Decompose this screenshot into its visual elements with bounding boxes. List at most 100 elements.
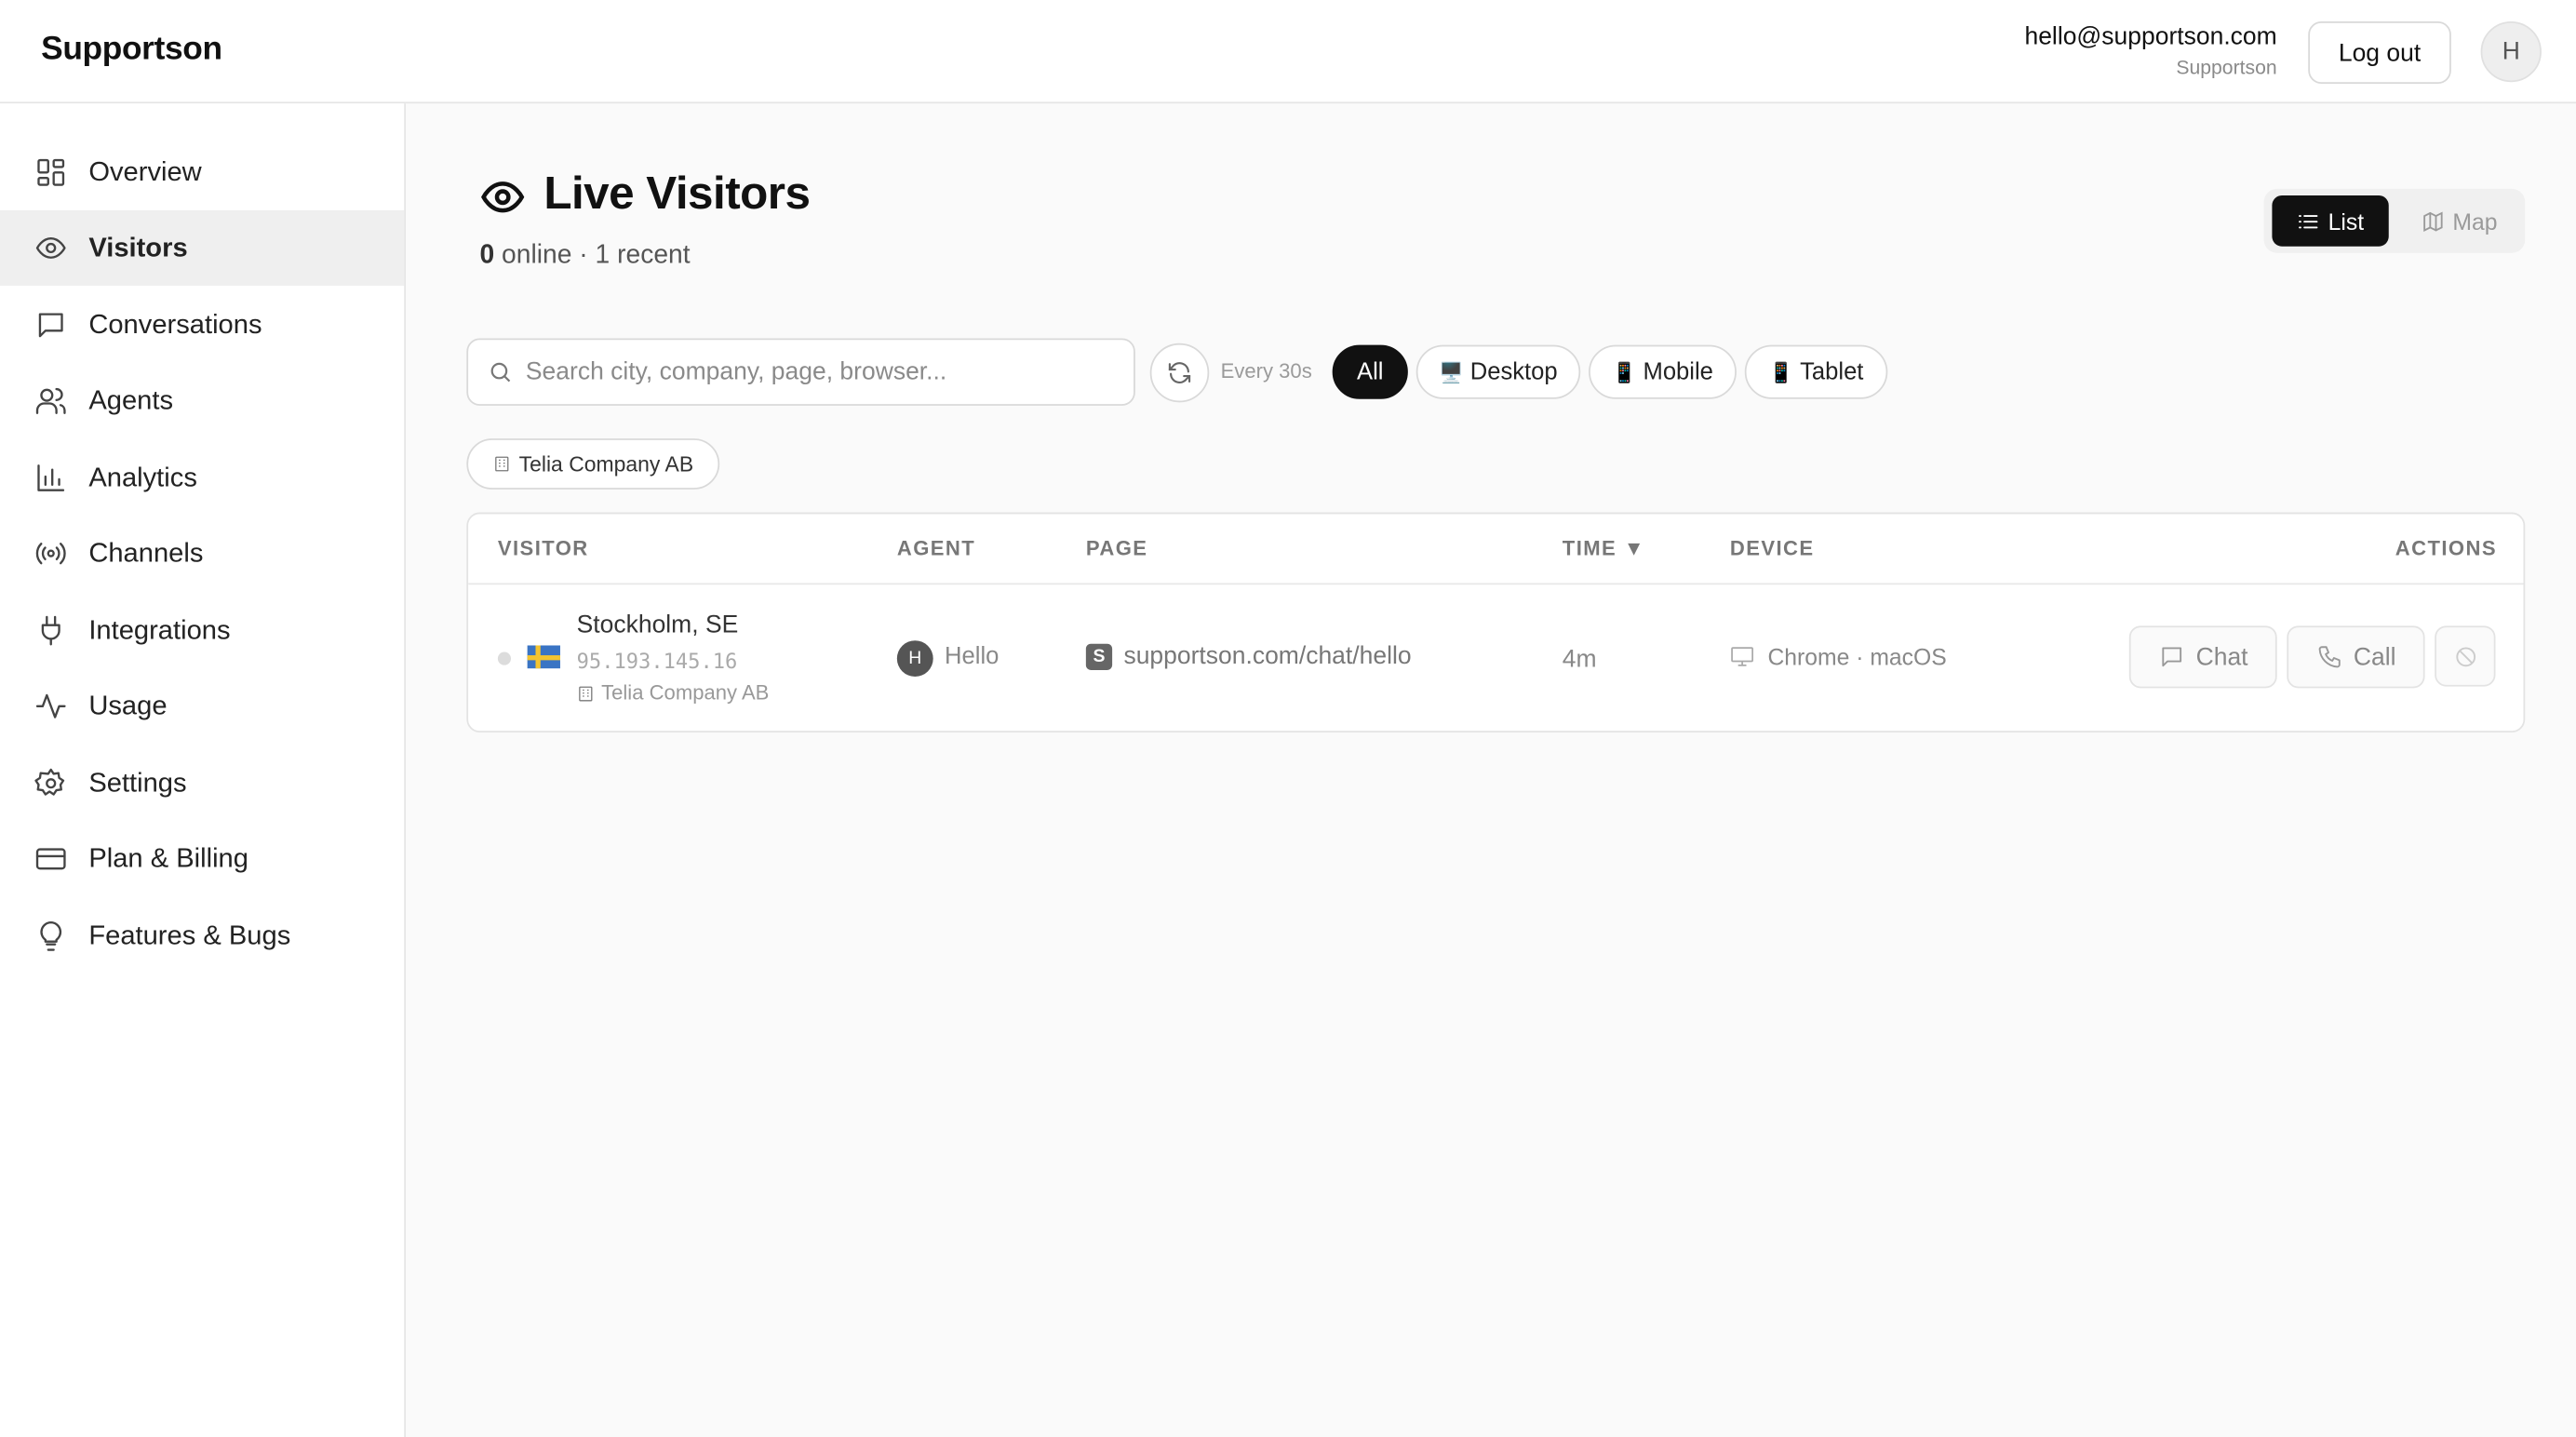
list-icon xyxy=(2299,214,2318,228)
sidebar-item-agents[interactable]: Agents xyxy=(0,363,404,438)
sidebar-item-label: Settings xyxy=(88,767,187,798)
visitor-company-name: Telia Company AB xyxy=(601,681,770,705)
column-agent[interactable]: AGENT xyxy=(897,537,975,560)
eye-icon xyxy=(33,231,67,265)
column-visitor[interactable]: VISITOR xyxy=(498,537,589,560)
sidebar-item-label: Agents xyxy=(88,384,174,415)
sidebar-item-usage[interactable]: Usage xyxy=(0,668,404,744)
sweden-flag-icon xyxy=(527,645,560,669)
filter-desktop[interactable]: 🖥️ Desktop xyxy=(1415,344,1581,399)
visit-time: 4m xyxy=(1562,645,1597,674)
company-filter-chip[interactable]: Telia Company AB xyxy=(466,438,720,490)
sidebar-item-label: Visitors xyxy=(88,232,188,262)
account-org: Supportson xyxy=(2176,55,2277,79)
refresh-button[interactable] xyxy=(1149,342,1210,403)
credit-card-icon xyxy=(33,841,67,876)
page-url[interactable]: supportson.com/chat/hello xyxy=(1123,642,1411,670)
building-icon xyxy=(579,685,593,701)
chat-bubble-icon xyxy=(33,308,67,342)
chat-button-label: Chat xyxy=(2195,642,2248,671)
map-view-button[interactable]: Map xyxy=(2408,195,2510,247)
page-title: Live Visitors xyxy=(543,167,811,219)
column-device[interactable]: DEVICE xyxy=(1730,537,1815,560)
sidebar-item-label: Integrations xyxy=(88,614,231,645)
visitor-count-summary: 0 online · 1 recent xyxy=(479,241,690,271)
monitor-icon xyxy=(1730,644,1754,677)
search-input[interactable] xyxy=(525,357,1118,386)
view-toggle: List Map xyxy=(2263,188,2526,253)
column-page[interactable]: PAGE xyxy=(1086,537,1148,560)
block-visitor-button[interactable] xyxy=(2435,625,2496,687)
block-icon xyxy=(2455,646,2475,666)
sidebar-item-plan-billing[interactable]: Plan & Billing xyxy=(0,821,404,896)
plug-icon xyxy=(33,613,67,648)
tablet-icon: 📱 xyxy=(1768,360,1794,384)
list-view-button[interactable]: List xyxy=(2272,195,2389,247)
sidebar-item-label: Overview xyxy=(88,156,202,187)
chat-button[interactable]: Chat xyxy=(2128,625,2277,689)
visitors-table: VISITOR AGENT PAGE TIME ▼ DEVICE ACTIONS… xyxy=(466,512,2526,733)
sidebar-item-settings[interactable]: Settings xyxy=(0,745,404,821)
online-status-dot xyxy=(497,651,512,665)
chat-bubble-icon xyxy=(2161,647,2181,667)
filter-label: All xyxy=(1357,358,1384,385)
sidebar-item-visitors[interactable]: Visitors xyxy=(0,209,405,287)
sidebar-item-label: Plan & Billing xyxy=(88,843,248,873)
filter-label: Tablet xyxy=(1800,358,1864,385)
online-summary-text: online · 1 recent xyxy=(494,241,691,270)
call-button-label: Call xyxy=(2353,642,2396,671)
avatar[interactable]: H xyxy=(2480,20,2542,83)
sidebar-item-analytics[interactable]: Analytics xyxy=(0,440,404,516)
filter-label: Mobile xyxy=(1643,358,1713,385)
top-bar: Supportson hello@supportson.com Supports… xyxy=(0,0,2576,104)
column-actions: ACTIONS xyxy=(2395,537,2498,560)
bar-chart-icon xyxy=(33,461,67,495)
column-time[interactable]: TIME ▼ xyxy=(1563,537,1645,560)
page-favicon: S xyxy=(1085,643,1113,670)
search-icon xyxy=(490,362,511,383)
sidebar-item-label: Channels xyxy=(88,537,204,568)
building-icon xyxy=(494,456,509,472)
account-info: hello@supportson.com Supportson xyxy=(2024,21,2276,81)
visitor-ip: 95.193.145.16 xyxy=(576,649,738,674)
sidebar-item-overview[interactable]: Overview xyxy=(0,135,404,210)
company-filter-label: Telia Company AB xyxy=(518,451,694,477)
sidebar-item-conversations[interactable]: Conversations xyxy=(0,288,404,363)
call-button[interactable]: Call xyxy=(2287,625,2425,689)
map-icon xyxy=(2422,210,2443,232)
sidebar-item-label: Conversations xyxy=(88,309,262,340)
refresh-icon xyxy=(1168,362,1191,384)
phone-icon xyxy=(2317,646,2340,668)
agent-name: Hello xyxy=(945,643,1000,670)
gear-icon xyxy=(33,766,67,800)
filter-label: Desktop xyxy=(1469,358,1558,385)
activity-icon xyxy=(33,689,67,723)
filter-all[interactable]: All xyxy=(1332,344,1408,399)
table-row[interactable]: Stockholm, SE 95.193.145.16 Telia Compan… xyxy=(468,584,2523,731)
users-icon xyxy=(33,383,67,418)
sidebar-item-integrations[interactable]: Integrations xyxy=(0,593,404,668)
mobile-icon: 📱 xyxy=(1612,360,1637,384)
visitor-company: Telia Company AB xyxy=(577,681,770,705)
logout-button[interactable]: Log out xyxy=(2308,20,2451,84)
map-view-label: Map xyxy=(2452,208,2498,235)
search-box xyxy=(466,338,1135,406)
sidebar-item-channels[interactable]: Channels xyxy=(0,516,404,591)
grid-icon xyxy=(33,155,67,190)
filter-tablet[interactable]: 📱 Tablet xyxy=(1744,344,1888,399)
sidebar: Overview Visitors Conversations Agents A… xyxy=(0,103,407,1437)
visitor-city: Stockholm, SE xyxy=(576,611,739,639)
sidebar-item-label: Features & Bugs xyxy=(88,920,291,950)
agent-avatar: H xyxy=(896,640,933,678)
filter-mobile[interactable]: 📱 Mobile xyxy=(1589,344,1737,399)
sidebar-item-features-bugs[interactable]: Features & Bugs xyxy=(0,898,404,974)
lightbulb-icon xyxy=(33,919,67,953)
refresh-interval-label: Every 30s xyxy=(1220,359,1312,383)
list-view-label: List xyxy=(2328,208,2365,235)
sidebar-item-label: Usage xyxy=(88,691,168,720)
device-info: Chrome · macOS xyxy=(1767,643,1947,670)
online-count: 0 xyxy=(479,241,495,270)
brand-logo[interactable]: Supportson xyxy=(41,32,222,70)
table-header: VISITOR AGENT PAGE TIME ▼ DEVICE ACTIONS xyxy=(468,514,2524,585)
sidebar-item-label: Analytics xyxy=(88,462,197,492)
